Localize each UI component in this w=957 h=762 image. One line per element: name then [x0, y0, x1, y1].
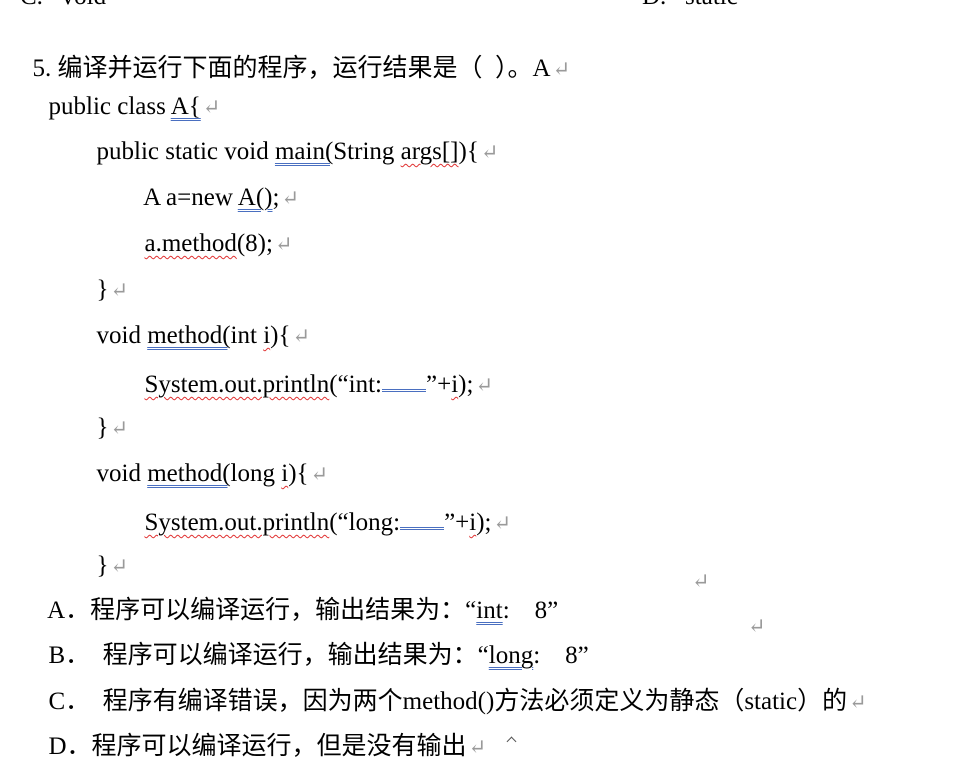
code-token: System.out.println — [144, 371, 330, 398]
code-token: ”+ — [444, 509, 470, 536]
paragraph-mark-icon: ↵ — [493, 511, 512, 535]
paragraph-mark-icon: ↵ — [849, 690, 867, 714]
paragraph-mark-icon: ↵ — [692, 569, 710, 593]
code-token: args[] — [400, 138, 459, 165]
code-token: a.method — [144, 230, 237, 257]
paragraph-mark-icon: ↵ — [480, 140, 499, 164]
blank-underline — [382, 367, 426, 392]
code-token: (“long: — [329, 509, 401, 536]
paragraph-mark-icon: ↵ — [748, 614, 766, 638]
previous-line-fragment-right: D. static — [642, 0, 738, 12]
previous-line-fragment-left: C. void — [20, 0, 106, 12]
code-line-7: System.out.println(“int: ”+i);↵ — [132, 337, 494, 400]
code-line-10: System.out.println(“long: ”+i);↵ — [132, 475, 512, 538]
option-d: D．程序可以编译运行，但是没有输出↵ — [36, 702, 487, 762]
code-token: (8); — [236, 230, 273, 257]
option-d-text: D．程序可以编译运行，但是没有输出 — [48, 733, 467, 760]
code-token: ); — [476, 509, 492, 536]
paragraph-mark-icon: ↵ — [468, 735, 487, 759]
paragraph-mark-icon: ↵ — [274, 232, 293, 256]
paragraph-mark-icon: ↵ — [475, 373, 494, 397]
code-token: String — [333, 138, 401, 165]
paragraph-mark-icon: ↵ — [552, 57, 571, 81]
code-token: ){ — [458, 138, 479, 165]
document-page: { "top_fragment": { "left": "C. void", "… — [0, 0, 957, 760]
code-token: ); — [458, 371, 474, 398]
code-token: ”+ — [426, 371, 452, 398]
code-token: System.out.println — [144, 509, 330, 536]
blank-underline — [400, 505, 445, 530]
code-line-4: a.method(8);↵ — [132, 199, 293, 259]
code-token: (“int: — [329, 371, 382, 398]
